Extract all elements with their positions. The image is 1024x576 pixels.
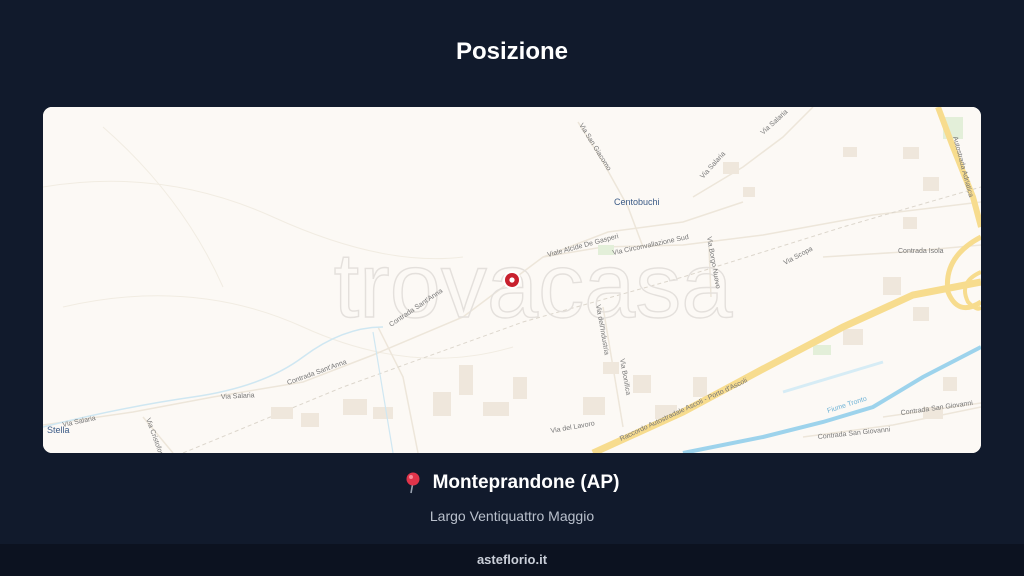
page-title: Posizione xyxy=(455,38,569,65)
location-address: Largo Ventiquattro Maggio xyxy=(429,508,595,524)
map-view[interactable]: trovacasa Centobuchi Stella Via San Giac… xyxy=(43,107,981,453)
location-info: Monteprandone (AP) Largo Ventiquattro Ma… xyxy=(0,472,1024,524)
location-marker-icon[interactable] xyxy=(503,271,521,289)
location-title: Monteprandone (AP) xyxy=(405,472,620,494)
pushpin-icon xyxy=(405,472,421,494)
footer-site-name[interactable]: asteflorio.it xyxy=(477,552,547,567)
footer: asteflorio.it xyxy=(0,544,1024,576)
place-label-centobuchi: Centobuchi xyxy=(614,197,660,207)
map-canvas[interactable]: trovacasa Centobuchi Stella Via San Giac… xyxy=(43,107,981,453)
location-city: Monteprandone (AP) xyxy=(432,472,620,493)
street-label: Contrada Isola xyxy=(898,248,944,255)
